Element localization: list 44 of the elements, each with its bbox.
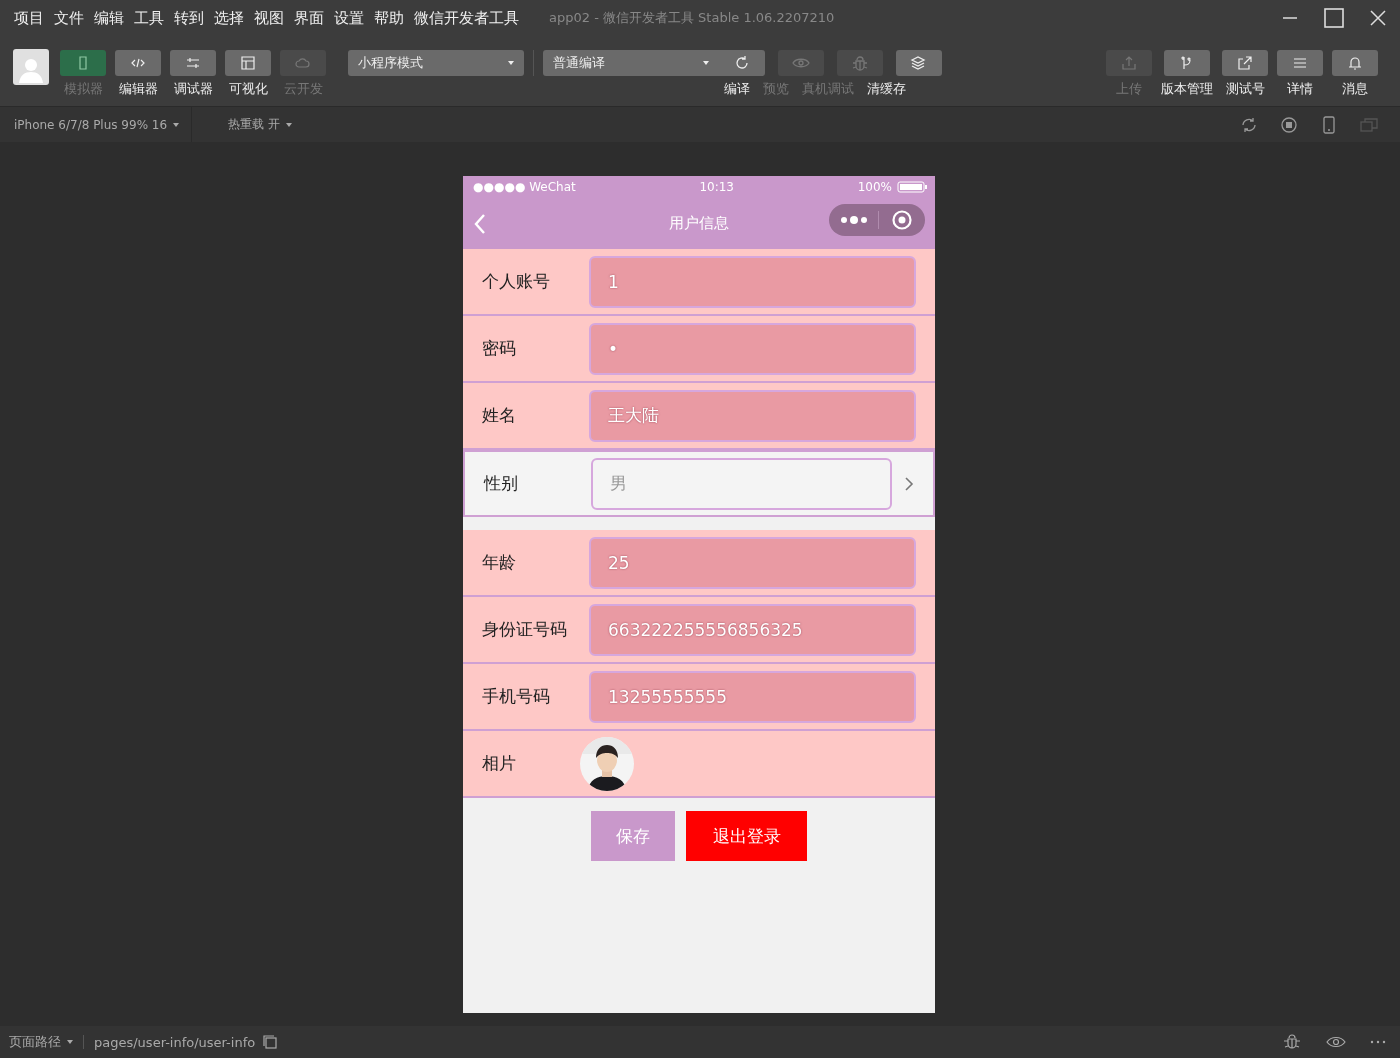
toolbar-label: 调试器: [173, 80, 213, 98]
toolbar-label: 消息: [1342, 80, 1368, 98]
menu-item[interactable]: 编辑: [94, 8, 124, 28]
page-title: 用户信息: [669, 214, 729, 233]
toolbar-label: 测试号: [1225, 80, 1265, 98]
menu-item[interactable]: 项目: [14, 8, 44, 28]
device-dropdown[interactable]: iPhone 6/7/8 Plus 99% 16: [0, 107, 193, 142]
field-label: 手机号码: [482, 685, 551, 708]
battery-text: 100%: [857, 180, 892, 194]
toolbar-label: 上传: [1116, 80, 1142, 98]
menu-item[interactable]: 转到: [174, 8, 204, 28]
menu-item[interactable]: 视图: [254, 8, 284, 28]
toolbar-label: 云开发: [283, 80, 323, 98]
menu-item[interactable]: 工具: [134, 8, 164, 28]
time-text: 10:13: [699, 180, 734, 194]
toolbar-label: 模拟器: [63, 80, 103, 98]
toolbar-label: 版本管理: [1161, 80, 1213, 98]
menu-item[interactable]: 帮助: [374, 8, 404, 28]
field-label: 身份证号码: [482, 618, 568, 641]
window-title: app02 - 微信开发者工具 Stable 1.06.2207210: [549, 9, 835, 27]
field-label: 姓名: [482, 404, 517, 427]
page-path-dropdown[interactable]: 页面路径: [0, 1033, 73, 1051]
toolbar-label: 详情: [1287, 80, 1313, 98]
toolbar-label: 编辑器: [118, 80, 158, 98]
page-path: pages/user-info/user-info: [94, 1034, 256, 1050]
toolbar-label: 可视化: [228, 80, 268, 98]
logout-button[interactable]: 退出登录: [686, 811, 807, 861]
carrier-text: ●●●●● WeChat: [473, 180, 576, 194]
toolbar-label: 编译: [724, 80, 750, 98]
menu-item[interactable]: 设置: [334, 8, 364, 28]
menu-item[interactable]: 选择: [214, 8, 244, 28]
menu-item[interactable]: 文件: [54, 8, 84, 28]
toolbar-label: 预览: [763, 80, 789, 98]
field-label: 相片: [482, 752, 517, 775]
menu-item[interactable]: 微信开发者工具: [414, 8, 519, 28]
compile-dropdown[interactable]: 普通编译: [543, 50, 719, 76]
hot-reload-dropdown[interactable]: 热重载 开: [214, 116, 292, 133]
field-label: 性别: [484, 472, 519, 495]
field-label: 个人账号: [482, 270, 551, 293]
field-label: 密码: [482, 337, 517, 360]
menu-item[interactable]: 界面: [294, 8, 324, 28]
toolbar-label: 清缓存: [867, 80, 906, 98]
field-label: 年龄: [482, 551, 517, 574]
mode-dropdown[interactable]: 小程序模式: [348, 50, 524, 76]
